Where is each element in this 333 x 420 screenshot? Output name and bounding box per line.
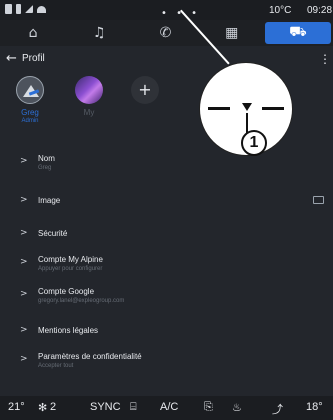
page-title: Profil <box>22 53 45 64</box>
more-menu-icon[interactable]: ⋮ <box>319 52 331 66</box>
car-icon: ⛟ <box>289 24 307 40</box>
wifi-icon <box>37 5 46 13</box>
tab-home[interactable]: ⌂ <box>0 20 66 46</box>
avatar <box>16 76 44 104</box>
profile-name: Greg <box>21 108 39 117</box>
profile-name: My <box>83 108 95 117</box>
chevron-right-icon: > <box>20 354 28 364</box>
phone-icon: ✆ <box>159 25 172 41</box>
passenger-temperature[interactable]: 18° <box>306 401 323 413</box>
recirculation-icon[interactable]: ⎘ <box>204 401 213 414</box>
list-item-label: Paramètres de confidentialité <box>38 352 142 361</box>
driver-temperature[interactable]: 21° <box>8 401 25 413</box>
tab-phone[interactable]: ✆ <box>132 20 198 46</box>
chevron-right-icon: > <box>20 289 28 299</box>
list-item-label: Mentions légales <box>38 326 99 335</box>
fan-speed-icon[interactable]: ✻ <box>38 401 47 414</box>
callout-number: 1 <box>241 130 267 156</box>
list-item-label: Sécurité <box>38 229 68 238</box>
climate-bar: 21° ✻ 2 SYNC ⌸ A/C ⎘ ♨ ⤴ 18° <box>0 396 333 420</box>
list-item-sub: gregory.lanel@expleogroup.com <box>38 298 125 304</box>
list-item-label: Compte Google <box>38 287 95 296</box>
list-item-sub: Greg <box>38 165 52 171</box>
chevron-right-icon: > <box>20 195 28 205</box>
chevron-right-icon: > <box>20 325 28 335</box>
apps-icon: ▦ <box>225 25 239 41</box>
home-icon: ⌂ <box>28 25 38 41</box>
profile-my[interactable]: My <box>71 76 107 117</box>
signal-icon <box>25 5 33 13</box>
add-profile-button[interactable]: + <box>127 76 163 104</box>
list-item-privacy[interactable]: > Paramètres de confidentialité Accepter… <box>0 351 333 375</box>
list-item-image[interactable]: > Image <box>0 192 333 208</box>
status-icons <box>5 4 46 14</box>
battery-icon <box>5 4 12 14</box>
screen: • • • 10°C 09:28 ⌂ ♫ ✆ ▦ ⛟ ← Profil ⋮ Gr… <box>0 0 333 420</box>
defrost-rear-icon[interactable]: ⌸ <box>130 401 137 414</box>
chevron-right-icon: > <box>20 156 28 166</box>
outside-temperature: 10°C <box>269 5 292 16</box>
list-item-my-alpine[interactable]: > Compte My Alpine Appuyer pour configur… <box>0 254 333 278</box>
list-item-label: Image <box>38 196 61 205</box>
plus-icon: + <box>131 76 159 104</box>
back-arrow-icon[interactable]: ← <box>6 51 17 66</box>
heated-seat-icon[interactable]: ♨ <box>232 401 242 414</box>
main-nav: ⌂ ♫ ✆ ▦ ⛟ <box>0 20 333 46</box>
list-item-label: Nom <box>38 154 55 163</box>
list-item-legal[interactable]: > Mentions légales <box>0 324 333 340</box>
image-icon <box>313 196 324 204</box>
tab-music[interactable]: ♫ <box>66 20 132 46</box>
tab-vehicle[interactable]: ⛟ <box>264 22 332 44</box>
fan-speed-value: 2 <box>50 401 57 413</box>
list-item-sub: Appuyer pour configurer <box>38 266 103 272</box>
chevron-right-icon: > <box>20 228 28 238</box>
clock: 09:28 <box>307 5 333 16</box>
list-item-name[interactable]: > Nom Greg <box>0 154 333 178</box>
music-icon: ♫ <box>93 25 106 41</box>
sync-button[interactable]: SYNC <box>90 401 121 413</box>
page-header: ← Profil ⋮ <box>0 48 333 70</box>
list-item-sub: Accepter tout <box>38 363 74 369</box>
profile-role: Admin <box>21 118 39 124</box>
handle-arrow-icon <box>242 103 252 111</box>
list-item-google[interactable]: > Compte Google gregory.lanel@expleogrou… <box>0 286 333 310</box>
chevron-right-icon: > <box>20 257 28 267</box>
list-item-label: Compte My Alpine <box>38 255 103 264</box>
airflow-icon[interactable]: ⤴ <box>272 401 283 417</box>
bluetooth-icon <box>16 4 21 14</box>
status-bar: • • • 10°C 09:28 <box>0 0 333 20</box>
list-item-security[interactable]: > Sécurité <box>0 227 333 243</box>
profile-greg[interactable]: Greg Admin <box>12 76 48 124</box>
ac-button[interactable]: A/C <box>160 401 178 413</box>
avatar <box>75 76 103 104</box>
